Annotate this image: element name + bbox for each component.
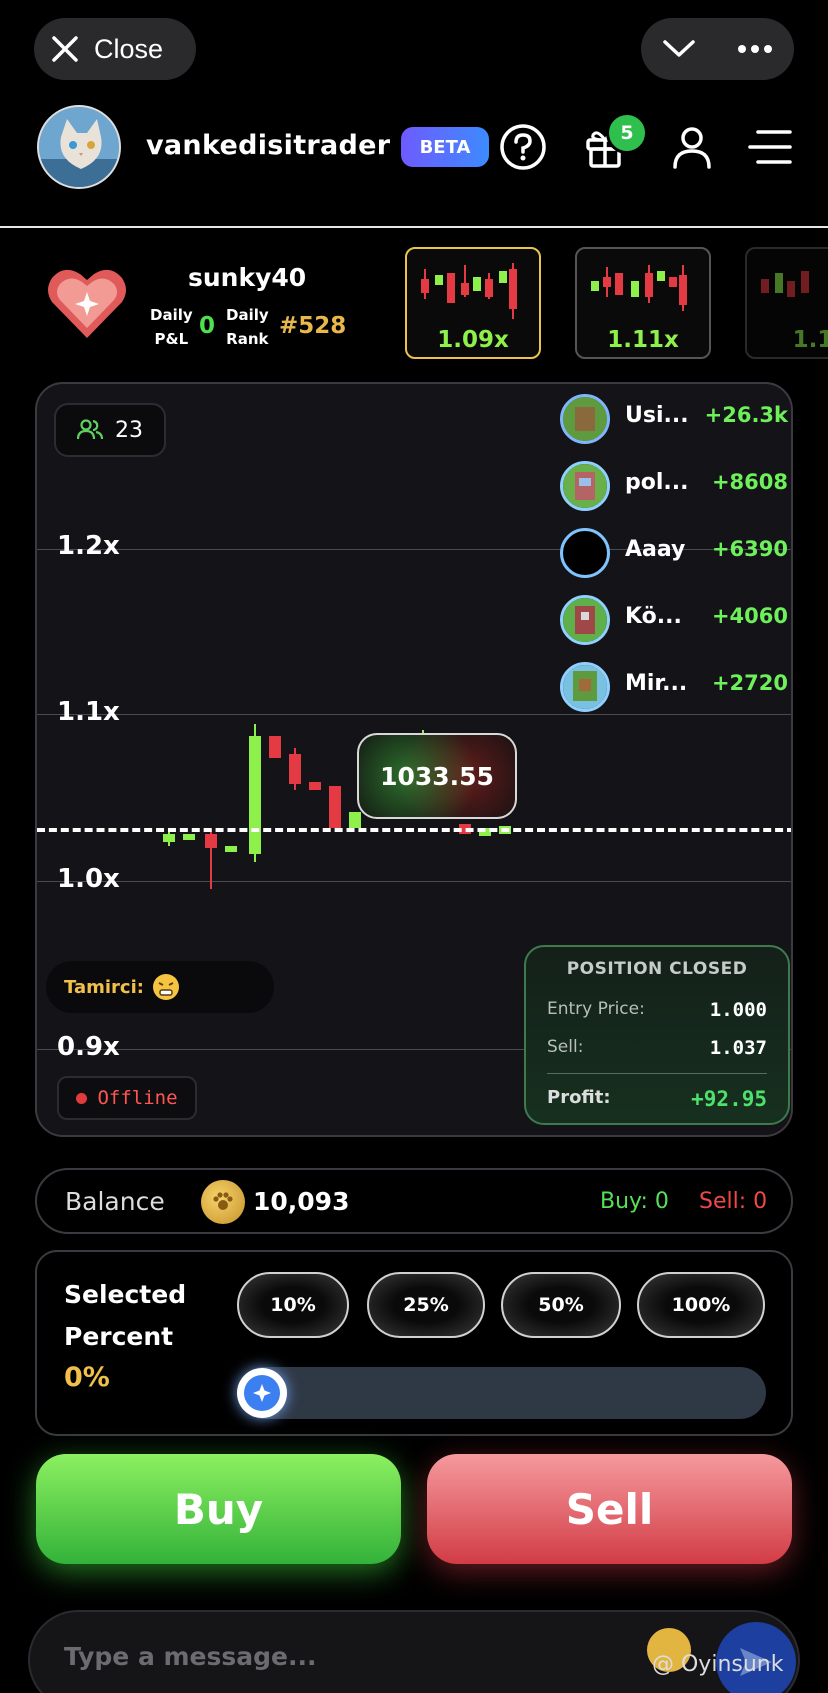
beta-badge: BETA	[401, 127, 489, 167]
viewer-count-value: 23	[115, 417, 143, 443]
status-dot-icon	[76, 1092, 88, 1104]
buy-button[interactable]: Buy	[36, 1454, 401, 1564]
balance-label: Balance	[65, 1186, 165, 1216]
leaderboard-item[interactable]: Mir... +2720	[560, 657, 788, 717]
round-multiplier: 1.09x	[437, 327, 509, 353]
gift-count-badge: 5	[606, 112, 648, 154]
message-input[interactable]: Type a message...	[64, 1642, 317, 1671]
leaderboard-name: pol...	[625, 470, 689, 495]
round-thumbnail-3[interactable]: 1.1	[745, 247, 828, 359]
position-closed-card: POSITION CLOSED Entry Price: 1.000 Sell:…	[524, 945, 790, 1125]
profile-icon[interactable]	[667, 122, 717, 172]
profit-row: Profit: +92.95	[547, 1087, 767, 1111]
percent-value: 0%	[64, 1362, 110, 1393]
percent-selector: Selected Percent 0% 10% 25% 50% 100%	[35, 1250, 793, 1436]
current-price-line	[37, 828, 791, 832]
connection-status: Offline	[57, 1076, 197, 1120]
avatar	[560, 528, 610, 578]
cat-avatar-image	[39, 107, 119, 187]
username: vankedisitrader	[146, 130, 391, 161]
percent-10-button[interactable]: 10%	[237, 1272, 349, 1338]
more-icon[interactable]	[737, 44, 773, 54]
mini-candles	[421, 263, 517, 319]
heart-badge-icon	[44, 260, 130, 346]
users-icon	[77, 419, 103, 440]
watermark: @ Oyinsunk	[652, 1652, 784, 1677]
leaderboard-score: +2720	[711, 671, 788, 695]
leaderboard-item[interactable]: Aaay +6390	[560, 523, 788, 583]
avatar	[560, 394, 610, 444]
leaderboard-score: +6390	[711, 537, 788, 561]
menu-icon[interactable]	[745, 122, 795, 172]
leaderboard-item[interactable]: Kö... +4060	[560, 590, 788, 650]
leaderboard-name: Kö...	[625, 604, 682, 629]
chat-reaction: Tamirci:	[46, 961, 274, 1013]
angry-face-icon	[152, 974, 179, 1000]
percent-slider-handle[interactable]	[237, 1368, 287, 1418]
divider	[547, 1073, 767, 1074]
top-bar: Close	[0, 0, 828, 100]
rank-value: #528	[279, 313, 347, 339]
close-icon	[52, 36, 78, 62]
status-label: Offline	[97, 1087, 178, 1109]
player-stats-row: sunky40 Daily P&L 0 Daily Rank #528 1.09x …	[0, 235, 828, 365]
leaderboard-item[interactable]: pol... +8608	[560, 456, 788, 516]
leaderboard-name: Usi...	[625, 403, 689, 428]
percent-25-button[interactable]: 25%	[367, 1272, 485, 1338]
leaderboard-score: +8608	[711, 470, 788, 494]
avatar[interactable]	[37, 105, 121, 189]
round-multiplier: 1.1	[792, 327, 828, 353]
percent-50-button[interactable]: 50%	[501, 1272, 621, 1338]
avatar	[560, 595, 610, 645]
pnl-value: 0	[199, 313, 216, 339]
avatar	[560, 461, 610, 511]
app-header: vankedisitrader BETA 5	[0, 100, 828, 228]
profit-value: +92.95	[691, 1087, 767, 1111]
sell-price-label: Sell:	[547, 1037, 584, 1057]
mini-candles	[591, 265, 687, 311]
leaderboard-name: Aaay	[625, 537, 686, 562]
paw-coin-icon	[201, 1180, 245, 1224]
entry-price-row: Entry Price: 1.000	[547, 999, 767, 1021]
help-icon[interactable]	[498, 122, 548, 172]
percent-slider-track[interactable]	[238, 1367, 766, 1419]
sell-button[interactable]: Sell	[427, 1454, 792, 1564]
round-thumbnail-2[interactable]: 1.11x	[575, 247, 711, 359]
position-title: POSITION CLOSED	[566, 959, 748, 979]
price-chart: 1.2x 1.1x 1.0x 0.9x 23 Usi... +26.3k pol…	[35, 382, 793, 1137]
player-name: sunky40	[188, 263, 307, 292]
balance-bar: Balance 10,093 Buy: 0 Sell: 0	[35, 1168, 793, 1234]
sell-price-value: 1.037	[709, 1037, 767, 1059]
sell-count: Sell: 0	[699, 1188, 768, 1214]
leaderboard-score: +4060	[711, 604, 788, 628]
avatar	[560, 662, 610, 712]
close-label: Close	[94, 33, 164, 64]
chevron-down-icon[interactable]	[662, 38, 696, 60]
entry-price-value: 1.000	[709, 999, 767, 1021]
balance-value: 10,093	[253, 1186, 350, 1216]
leaderboard-name: Mir...	[625, 671, 688, 696]
sell-price-row: Sell: 1.037	[547, 1037, 767, 1059]
mini-candles	[761, 271, 809, 297]
window-controls	[641, 18, 794, 80]
current-price-bubble: 1033.55	[357, 733, 517, 819]
sparkle-icon	[253, 1384, 271, 1402]
buy-count: Buy: 0	[600, 1188, 669, 1214]
chat-user: Tamirci:	[64, 976, 144, 998]
entry-price-label: Entry Price:	[547, 999, 645, 1019]
pnl-label: Daily P&L	[150, 306, 193, 348]
percent-100-button[interactable]: 100%	[637, 1272, 765, 1338]
profit-label: Profit:	[547, 1087, 611, 1108]
leaderboard-score: +26.3k	[704, 403, 788, 427]
viewer-count: 23	[54, 403, 166, 457]
round-thumbnail-1[interactable]: 1.09x	[405, 247, 541, 359]
percent-title: Selected Percent	[64, 1280, 187, 1351]
rank-label: Daily Rank	[226, 306, 269, 348]
leaderboard-item[interactable]: Usi... +26.3k	[560, 389, 788, 449]
round-multiplier: 1.11x	[607, 327, 679, 353]
close-button[interactable]: Close	[34, 18, 196, 80]
